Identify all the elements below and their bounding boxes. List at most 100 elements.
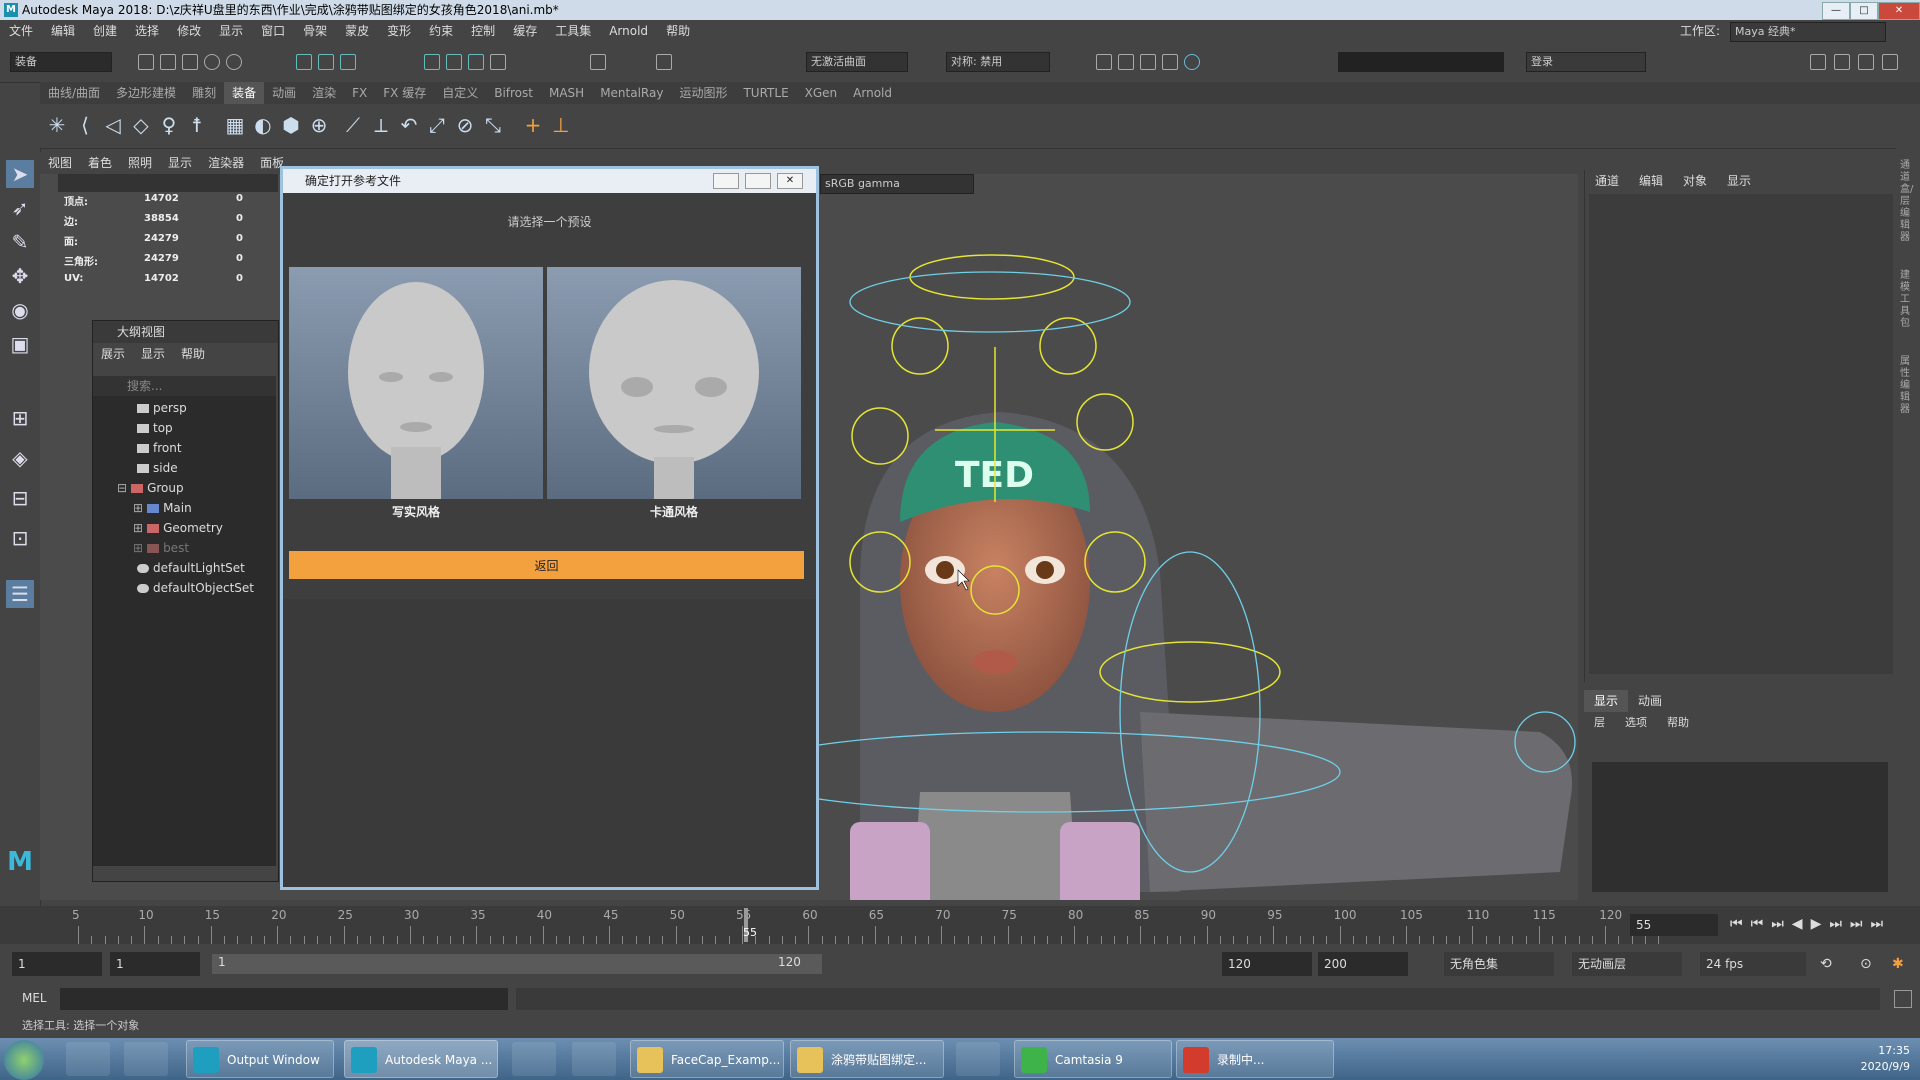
layer-menu-help[interactable]: 帮助 <box>1657 712 1699 734</box>
outliner-item-main[interactable]: ⊞ Main <box>133 498 192 518</box>
rotate-tool-icon[interactable]: ◉ <box>6 296 34 324</box>
select-hierarchy-icon[interactable] <box>296 54 312 70</box>
preferences-icon[interactable]: ✱ <box>1892 956 1904 972</box>
select-object-icon[interactable] <box>318 54 334 70</box>
render-settings-icon[interactable] <box>1162 54 1178 70</box>
ik-handle-icon[interactable]: ⟨ <box>72 112 98 138</box>
playback-start-field[interactable]: 1 <box>110 952 200 976</box>
tab-xgen[interactable]: XGen <box>797 82 846 104</box>
outliner-item-persp[interactable]: persp <box>137 398 187 418</box>
select-component-icon[interactable] <box>340 54 356 70</box>
mirror-weights-icon[interactable]: ⤢ <box>424 112 450 138</box>
start-button-icon[interactable] <box>4 1040 44 1080</box>
tab-bifrost[interactable]: Bifrost <box>486 82 541 104</box>
snap-curve-icon[interactable] <box>446 54 462 70</box>
taskbar-app-icon[interactable] <box>512 1042 556 1076</box>
workspace-select[interactable]: Maya 经典* <box>1730 22 1886 42</box>
animation-end-field[interactable]: 200 <box>1318 952 1408 976</box>
taskbar-graffiti-folder[interactable]: 涂鸦带贴图绑定... <box>790 1040 944 1078</box>
side-tab-channel-layer[interactable]: 通道盒/层编辑器 <box>1900 160 1914 244</box>
layer-menu-layers[interactable]: 层 <box>1584 712 1615 734</box>
outliner-item-geometry[interactable]: ⊞ Geometry <box>133 518 223 538</box>
menu-arnold[interactable]: Arnold <box>600 20 657 42</box>
vp-menu-view[interactable]: 视图 <box>40 152 80 174</box>
dialog-maximize-button[interactable] <box>745 173 771 189</box>
sculpt-deformer-icon[interactable]: ⊕ <box>306 112 332 138</box>
tab-motion-graphics[interactable]: 运动图形 <box>671 82 735 104</box>
menu-modify[interactable]: 修改 <box>168 20 210 42</box>
copy-weights-icon[interactable]: ⊘ <box>452 112 478 138</box>
outliner-menu-display[interactable]: 展示 <box>93 343 133 365</box>
snap-grid-icon[interactable] <box>424 54 440 70</box>
channel-menu-object[interactable]: 对象 <box>1673 170 1717 192</box>
history-icon[interactable] <box>656 54 672 70</box>
layer-tab-anim[interactable]: 动画 <box>1628 690 1672 712</box>
tab-fx[interactable]: FX <box>344 82 375 104</box>
outliner-item-default-object-set[interactable]: defaultObjectSet <box>137 578 254 598</box>
preset-cartoon[interactable]: 卡通风格 <box>547 267 801 519</box>
character-control-icon[interactable] <box>1834 54 1850 70</box>
influence-icon[interactable]: ⤡ <box>480 112 506 138</box>
menu-set-select[interactable]: 装备 <box>10 52 112 72</box>
outliner-menu-help[interactable]: 帮助 <box>173 343 213 365</box>
snap-view-icon[interactable] <box>490 54 506 70</box>
command-input[interactable] <box>1338 52 1504 72</box>
loop-icon[interactable]: ⟲ <box>1820 956 1832 972</box>
attribute-editor-icon[interactable] <box>1858 54 1874 70</box>
mel-label[interactable]: MEL <box>22 991 47 1005</box>
live-surface-field[interactable]: 无激活曲面 <box>806 52 908 72</box>
dialog-close-button[interactable]: ✕ <box>777 173 803 189</box>
time-ruler[interactable]: 5 10 15 20 25 30 35 40 45 50 55 60 65 70 75 80 85 90 95 100… <box>0 906 1660 944</box>
tab-rigging[interactable]: 装备 <box>224 82 265 104</box>
time-slider[interactable]: 5 10 15 20 25 30 35 40 45 50 55 60 65 70 75 80 85 90 95 100… <box>0 906 1920 944</box>
single-perspective-icon[interactable]: ⊞ <box>6 404 34 432</box>
vp-menu-renderer[interactable]: 渲染器 <box>200 152 252 174</box>
move-tool-icon[interactable]: ✥ <box>6 262 34 290</box>
system-clock[interactable]: 17:35 2020/9/9 <box>1760 1040 1910 1075</box>
color-management-select[interactable]: sRGB gamma <box>820 174 974 194</box>
lattice-icon[interactable]: ▦ <box>222 112 248 138</box>
tab-arnold[interactable]: Arnold <box>845 82 900 104</box>
hypershade-icon[interactable] <box>1184 54 1200 70</box>
taskbar-maya-pin-2-icon[interactable] <box>124 1042 168 1076</box>
taskbar-recording[interactable]: 录制中... <box>1176 1040 1334 1078</box>
vp-menu-shading[interactable]: 着色 <box>80 152 120 174</box>
taskbar-facecap-folder[interactable]: FaceCap_Examp... <box>630 1040 784 1078</box>
scale-tool-icon[interactable]: ▣ <box>6 330 34 358</box>
tab-mash[interactable]: MASH <box>541 82 592 104</box>
render-sequence-icon[interactable] <box>1118 54 1134 70</box>
taskbar-maya-pin-1-icon[interactable] <box>66 1042 110 1076</box>
tab-turtle[interactable]: TURTLE <box>735 82 796 104</box>
menu-display[interactable]: 显示 <box>210 20 252 42</box>
minimize-button[interactable]: — <box>1822 2 1850 20</box>
ipr-render-icon[interactable] <box>1140 54 1156 70</box>
anim-layer-select[interactable]: 无动画层 <box>1572 952 1682 976</box>
fps-select[interactable]: 24 fps <box>1700 952 1806 976</box>
wrap-icon[interactable]: ⬢ <box>278 112 304 138</box>
outliner-item-best[interactable]: ⊞ best <box>133 538 189 558</box>
channel-menu-show[interactable]: 显示 <box>1717 170 1761 192</box>
playback-end-field[interactable]: 120 <box>1222 952 1312 976</box>
playback-controls[interactable]: ⏮⏮⏭◀▶⏭⏭⏭ <box>1730 916 1891 932</box>
menu-skeleton[interactable]: 骨架 <box>294 20 336 42</box>
menu-skin[interactable]: 蒙皮 <box>336 20 378 42</box>
taskbar-calculator-icon[interactable] <box>956 1042 1000 1076</box>
ik-spline-icon[interactable]: ◁ <box>100 112 126 138</box>
menu-deform[interactable]: 变形 <box>378 20 420 42</box>
joint-tool-icon[interactable]: ✳ <box>44 112 70 138</box>
dialog-minimize-button[interactable] <box>713 173 739 189</box>
outliner-item-group[interactable]: ⊟ Group <box>117 478 184 498</box>
tool-settings-icon[interactable] <box>1882 54 1898 70</box>
unbind-skin-icon[interactable]: ⟂ <box>368 112 394 138</box>
cluster-icon[interactable]: ◐ <box>250 112 276 138</box>
tab-rendering[interactable]: 渲染 <box>304 82 344 104</box>
script-editor-icon[interactable] <box>1894 990 1912 1008</box>
tab-mentalray[interactable]: MentalRay <box>592 82 671 104</box>
four-view-icon[interactable]: ◈ <box>6 444 34 472</box>
outliner-item-default-light-set[interactable]: defaultLightSet <box>137 558 245 578</box>
animation-start-field[interactable]: 1 <box>12 952 102 976</box>
locator-icon[interactable]: + <box>520 112 546 138</box>
persp-outliner-icon[interactable]: ⊡ <box>6 524 34 552</box>
mel-input[interactable] <box>60 988 508 1010</box>
character-set-select[interactable]: 无角色集 <box>1444 952 1554 976</box>
